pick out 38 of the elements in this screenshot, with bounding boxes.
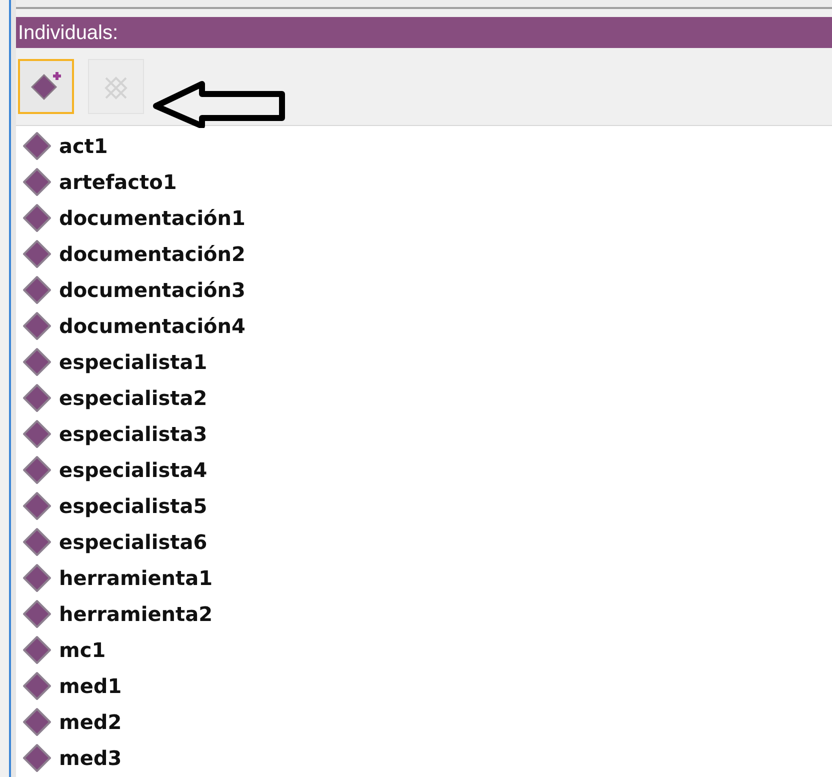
diamond-icon bbox=[21, 634, 53, 666]
individual-name[interactable]: especialista6 bbox=[59, 527, 208, 557]
diamond-icon bbox=[21, 526, 53, 558]
diamond-icon bbox=[21, 706, 53, 738]
diamond-icon bbox=[21, 454, 53, 486]
diamond-icon bbox=[21, 238, 53, 270]
individual-name[interactable]: especialista1 bbox=[59, 347, 208, 377]
diamond-icon bbox=[21, 418, 53, 450]
individual-name[interactable]: documentación3 bbox=[59, 275, 246, 305]
individual-name[interactable]: documentación4 bbox=[59, 311, 246, 341]
diamond-icon bbox=[21, 130, 53, 162]
add-individual-button[interactable] bbox=[18, 59, 74, 114]
diamond-icon bbox=[21, 490, 53, 522]
individual-name[interactable]: documentación2 bbox=[59, 239, 246, 269]
diamond-icon bbox=[21, 274, 53, 306]
diamond-icon bbox=[21, 562, 53, 594]
individual-name[interactable]: especialista5 bbox=[59, 491, 208, 521]
individual-name[interactable]: especialista4 bbox=[59, 455, 208, 485]
individual-name[interactable]: act1 bbox=[59, 131, 108, 161]
diamond-icon bbox=[21, 670, 53, 702]
individual-name[interactable]: herramienta1 bbox=[59, 563, 212, 593]
individual-name[interactable]: med1 bbox=[59, 671, 122, 701]
individual-name[interactable]: documentación1 bbox=[59, 203, 246, 233]
diamond-icon bbox=[21, 742, 53, 774]
diamond-icon bbox=[21, 346, 53, 378]
individual-name[interactable]: especialista3 bbox=[59, 419, 208, 449]
individual-name[interactable]: med3 bbox=[59, 743, 122, 773]
individual-name[interactable]: mc1 bbox=[59, 635, 106, 665]
individual-name[interactable]: artefacto1 bbox=[59, 167, 177, 197]
diamond-icon bbox=[21, 598, 53, 630]
diamond-icon bbox=[21, 382, 53, 414]
individual-name[interactable]: med2 bbox=[59, 707, 122, 737]
individual-name[interactable]: herramienta2 bbox=[59, 599, 212, 629]
individual-name[interactable]: especialista2 bbox=[59, 383, 208, 413]
diamond-icon bbox=[21, 166, 53, 198]
diamond-icon bbox=[21, 310, 53, 342]
panel-title: Individuals: bbox=[18, 20, 118, 46]
diamond-icon bbox=[21, 202, 53, 234]
